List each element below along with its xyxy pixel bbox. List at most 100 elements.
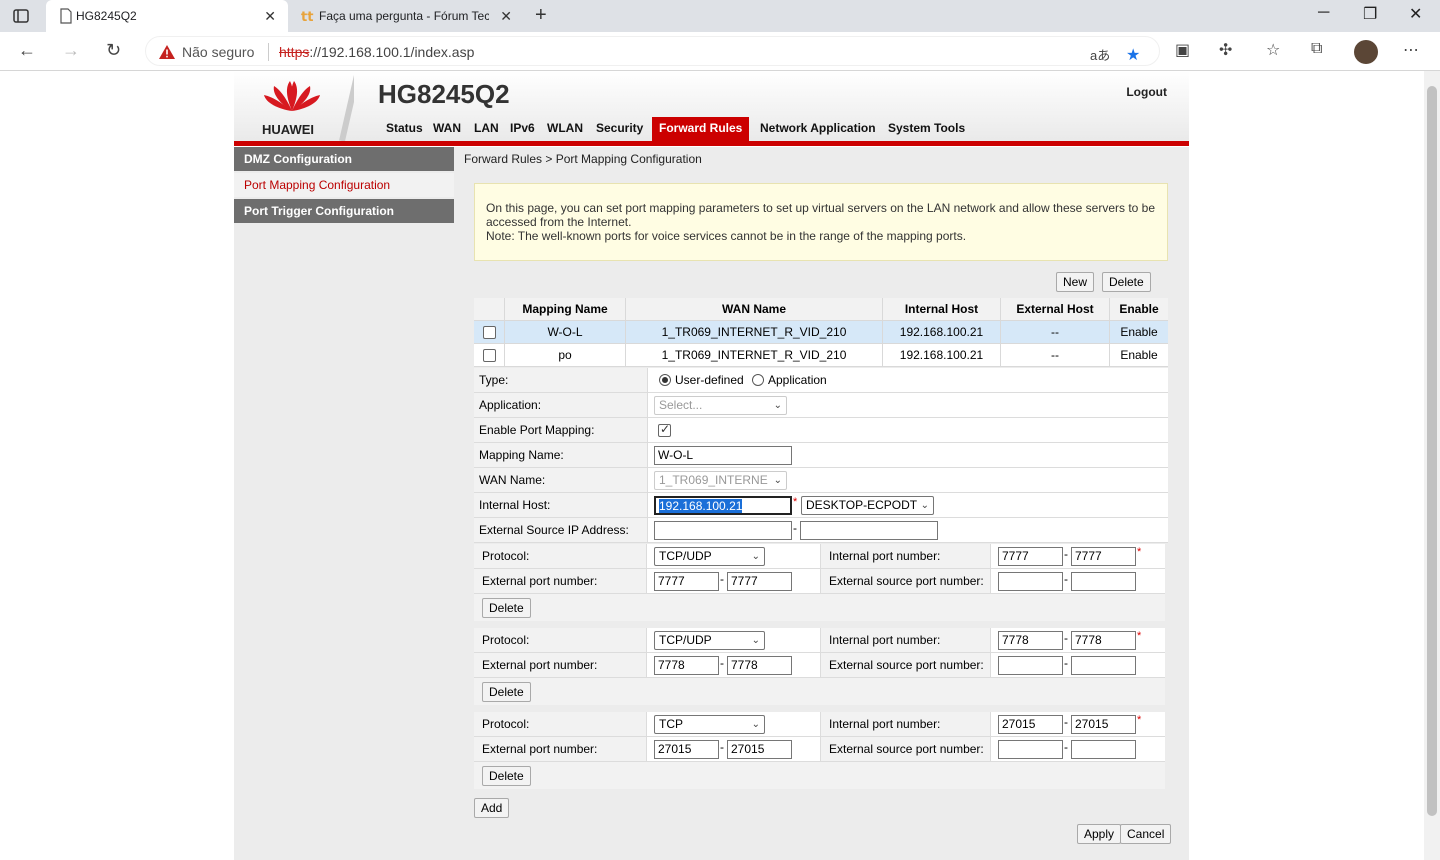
- internal-port-end-input[interactable]: 7778: [1071, 631, 1136, 650]
- row-checkbox[interactable]: [483, 326, 496, 339]
- mapping-name-input[interactable]: W-O-L: [654, 446, 792, 465]
- scroll-thumb[interactable]: [1427, 86, 1437, 816]
- wan-name-select[interactable]: 1_TR069_INTERNE ⌄: [654, 471, 787, 490]
- external-source-port-start-input[interactable]: [998, 572, 1063, 591]
- nav-status[interactable]: Status: [386, 121, 423, 135]
- mapping-form: Type: User-defined Application Applicati…: [474, 368, 1168, 543]
- reload-icon[interactable]: ↻: [106, 40, 121, 61]
- external-source-ip-start-input[interactable]: [654, 521, 792, 540]
- new-button[interactable]: New: [1056, 272, 1095, 292]
- nav-lan[interactable]: LAN: [474, 121, 499, 135]
- enable-port-mapping-checkbox[interactable]: [658, 422, 671, 437]
- protocol-value: TCP/UDP: [659, 633, 712, 647]
- external-source-port-end-input[interactable]: [1071, 656, 1136, 675]
- rule-delete-row: Delete: [474, 678, 1165, 705]
- add-rule-button[interactable]: Add: [474, 798, 510, 818]
- favorite-star-icon[interactable]: ★: [1126, 45, 1140, 65]
- nav-ipv6[interactable]: IPv6: [510, 121, 535, 135]
- more-menu-icon[interactable]: ⋯: [1403, 40, 1419, 60]
- internal-port-end-input[interactable]: 7777: [1071, 547, 1136, 566]
- protocol-select[interactable]: TCP/UDP ⌄: [654, 547, 765, 566]
- header-internal-host: Internal Host: [883, 298, 1001, 321]
- info-description: On this page, you can set port mapping p…: [486, 201, 1156, 229]
- delete-rule-button[interactable]: Delete: [482, 682, 531, 702]
- range-dash: -: [1064, 740, 1068, 754]
- external-port-end-input[interactable]: 7777: [727, 572, 792, 591]
- external-port-end-input[interactable]: 27015: [727, 740, 792, 759]
- application-select[interactable]: Select... ⌄: [654, 396, 787, 415]
- external-port-start-input[interactable]: 27015: [654, 740, 719, 759]
- tab-forum-tech[interactable]: tt Faça uma pergunta - Fórum Tech ✕: [289, 0, 524, 32]
- row-checkbox[interactable]: [483, 349, 496, 362]
- external-port-start-input[interactable]: 7778: [654, 656, 719, 675]
- required-marker: *: [1137, 546, 1142, 558]
- external-port-start-input[interactable]: 7777: [654, 572, 719, 591]
- external-source-port-end-input[interactable]: [1071, 740, 1136, 759]
- left-sidebar: DMZ Configuration Port Mapping Configura…: [234, 147, 454, 860]
- minimize-icon[interactable]: ─: [1318, 4, 1329, 22]
- chevron-down-icon: ⌄: [773, 475, 782, 486]
- tab-actions-icon[interactable]: [12, 7, 30, 25]
- new-tab-icon[interactable]: +: [535, 4, 547, 27]
- cancel-button[interactable]: Cancel: [1120, 824, 1172, 844]
- sidebar-item-port-mapping[interactable]: Port Mapping Configuration: [234, 173, 454, 197]
- not-secure-label[interactable]: Não seguro: [182, 44, 254, 60]
- internal-host-input[interactable]: 192.168.100.21: [654, 496, 792, 515]
- profile-avatar[interactable]: [1354, 40, 1378, 64]
- forward-icon[interactable]: →: [62, 40, 80, 61]
- tab-hg8245q2[interactable]: HG8245Q2 ✕: [46, 0, 288, 32]
- table-row[interactable]: po 1_TR069_INTERNET_R_VID_210 192.168.10…: [474, 344, 1168, 367]
- internal-port-end-input[interactable]: 27015: [1071, 715, 1136, 734]
- cell-internal-host: 192.168.100.21: [883, 321, 1001, 344]
- enable-row: Enable Port Mapping:: [474, 418, 1168, 443]
- read-aloud-icon[interactable]: aあ: [1090, 45, 1110, 64]
- nav-wlan[interactable]: WLAN: [547, 121, 583, 135]
- external-port-end-input[interactable]: 7778: [727, 656, 792, 675]
- warning-icon[interactable]: [158, 44, 176, 60]
- nav-wan[interactable]: WAN: [433, 121, 461, 135]
- favorites-icon[interactable]: ☆: [1266, 40, 1280, 60]
- protocol-select[interactable]: TCP ⌄: [654, 715, 765, 734]
- close-tab-icon[interactable]: ✕: [500, 0, 512, 32]
- application-radio[interactable]: [752, 374, 764, 386]
- external-source-port-end-input[interactable]: [1071, 572, 1136, 591]
- logout-link[interactable]: Logout: [1126, 85, 1167, 99]
- nav-system-tools[interactable]: System Tools: [888, 121, 965, 135]
- nav-security[interactable]: Security: [596, 121, 643, 135]
- extensions-icon[interactable]: ✣: [1219, 40, 1232, 60]
- table-row[interactable]: W-O-L 1_TR069_INTERNET_R_VID_210 192.168…: [474, 321, 1168, 344]
- protocol-label: Protocol:: [474, 628, 647, 652]
- port-row: External port number: 27015 - 27015 Exte…: [474, 737, 1165, 762]
- back-icon[interactable]: ←: [18, 40, 36, 61]
- restore-icon[interactable]: ❐: [1363, 4, 1377, 24]
- internal-port-start-input[interactable]: 7777: [998, 547, 1063, 566]
- nav-network-application[interactable]: Network Application: [760, 121, 876, 135]
- close-window-icon[interactable]: ✕: [1409, 4, 1422, 24]
- external-source-ip-end-input[interactable]: [800, 521, 938, 540]
- internal-host-device-select[interactable]: DESKTOP-ECPODT ⌄: [801, 496, 934, 515]
- delete-rule-button[interactable]: Delete: [482, 598, 531, 618]
- page-icon: [60, 8, 72, 24]
- cell-external-host: --: [1001, 321, 1110, 344]
- internal-port-start-input[interactable]: 27015: [998, 715, 1063, 734]
- delete-button[interactable]: Delete: [1102, 272, 1151, 292]
- collections-icon[interactable]: ⧉: [1311, 40, 1322, 58]
- url-field[interactable]: Não seguro https://192.168.100.1/index.a…: [145, 36, 1160, 66]
- close-tab-icon[interactable]: ✕: [264, 0, 276, 32]
- external-source-port-start-input[interactable]: [998, 656, 1063, 675]
- url-text[interactable]: https://192.168.100.1/index.asp: [279, 44, 474, 60]
- browser-essentials-icon[interactable]: ▣: [1175, 40, 1190, 60]
- internal-port-start-input[interactable]: 7778: [998, 631, 1063, 650]
- cell-wan-name: 1_TR069_INTERNET_R_VID_210: [626, 321, 883, 344]
- protocol-select[interactable]: TCP/UDP ⌄: [654, 631, 765, 650]
- external-source-port-start-input[interactable]: [998, 740, 1063, 759]
- sidebar-item-port-trigger[interactable]: Port Trigger Configuration: [234, 199, 454, 223]
- apply-button[interactable]: Apply: [1077, 824, 1122, 844]
- user-defined-radio[interactable]: [659, 374, 671, 386]
- wan-name-row: WAN Name: 1_TR069_INTERNE ⌄: [474, 468, 1168, 493]
- nav-forward-rules[interactable]: Forward Rules: [652, 117, 750, 141]
- range-dash: -: [720, 572, 724, 586]
- sidebar-item-dmz[interactable]: DMZ Configuration: [234, 147, 454, 171]
- chevron-down-icon: ⌄: [751, 551, 760, 562]
- delete-rule-button[interactable]: Delete: [482, 766, 531, 786]
